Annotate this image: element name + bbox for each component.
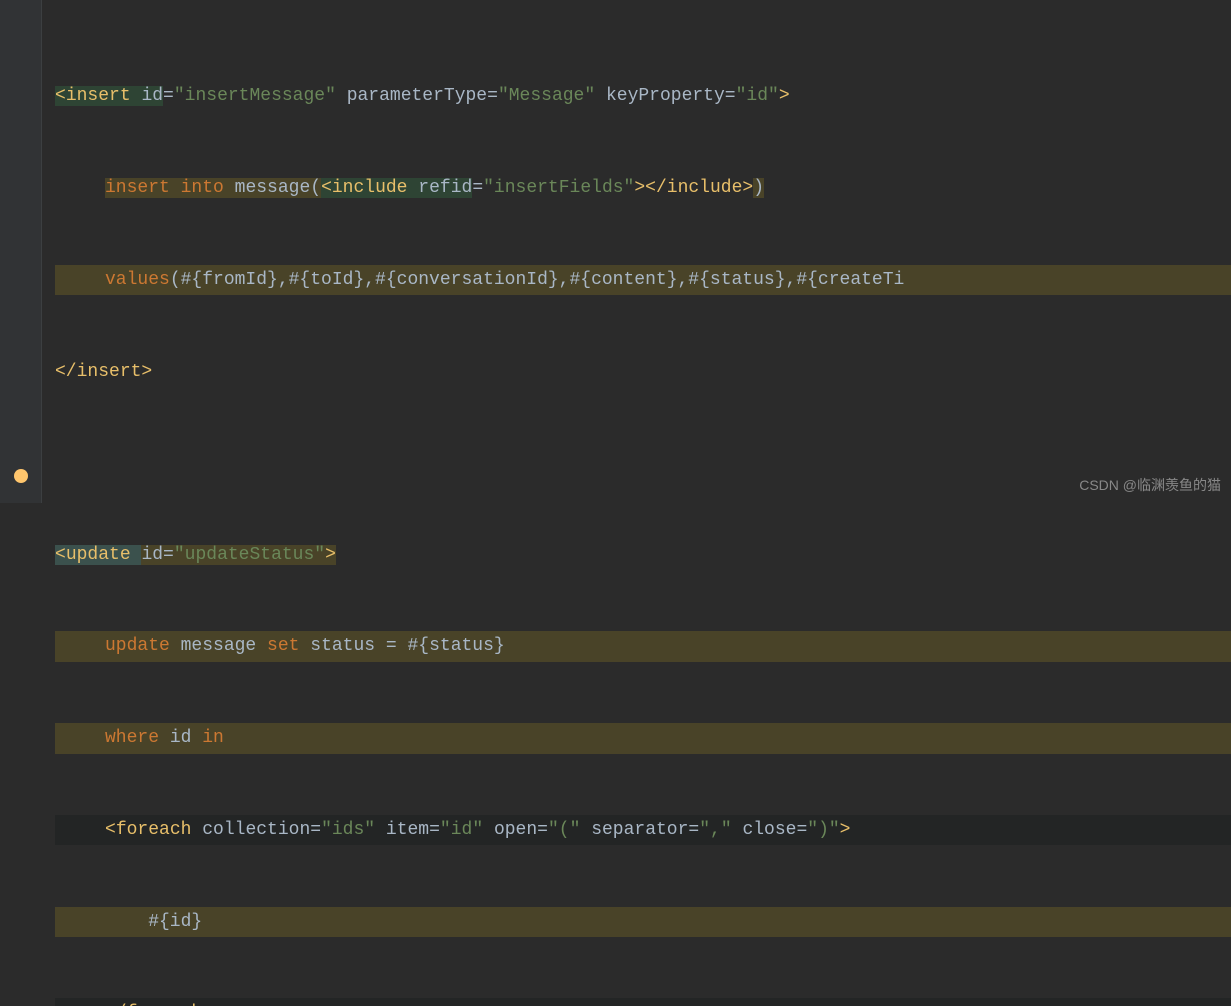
code-line: where id in [55, 723, 1231, 754]
attr-value: "ids" [321, 820, 386, 840]
attr-name: close [742, 820, 796, 840]
tag-bracket: > [202, 1003, 213, 1006]
equals: = [688, 820, 699, 840]
sql-keyword: update [105, 636, 181, 656]
tag-name: include [332, 178, 418, 198]
editor-gutter [0, 0, 42, 503]
blank-line [55, 448, 1231, 478]
attr-name: id [141, 86, 163, 106]
tag-bracket: </ [645, 178, 667, 198]
sql-keyword: set [267, 636, 310, 656]
attr-name: separator [591, 820, 688, 840]
attr-value: "insertFields" [483, 178, 634, 198]
code-line: </foreach> [55, 998, 1231, 1006]
equals: = [537, 820, 548, 840]
code-line: </insert> [55, 357, 1231, 388]
attr-value: "insertMessage" [174, 86, 347, 106]
tag-name: foreach [127, 1003, 203, 1006]
attr-value: "," [699, 820, 742, 840]
attr-value: ")" [807, 820, 839, 840]
sql-keyword: insert [105, 178, 181, 198]
sql-keyword: where [105, 728, 170, 748]
code-line: <insert id="insertMessage" parameterType… [55, 81, 1231, 112]
tag-name: foreach [116, 820, 202, 840]
tag-bracket: </ [105, 1003, 127, 1006]
equals: = [310, 820, 321, 840]
equals: = [429, 820, 440, 840]
tag-bracket: > [742, 178, 753, 198]
sql-keyword: in [202, 728, 224, 748]
code-editor[interactable]: <insert id="insertMessage" parameterType… [0, 0, 1231, 1006]
tag-name: update [66, 545, 142, 565]
sql-text: #{id} [105, 912, 202, 932]
code-line: values(#{fromId},#{toId},#{conversationI… [55, 265, 1231, 296]
attr-name: refid [418, 178, 472, 198]
tag-bracket: > [634, 178, 645, 198]
attr-name: parameterType [347, 86, 487, 106]
attr-name: keyProperty [606, 86, 725, 106]
tag-bracket: > [325, 545, 336, 565]
attr-value: "Message" [498, 86, 606, 106]
attr-name: id [141, 545, 163, 565]
tag-bracket: > [779, 86, 790, 106]
code-line: <update id="updateStatus"> [55, 540, 1231, 571]
tag-name: insert [77, 362, 142, 382]
code-line: insert into message(<include refid="inse… [55, 173, 1231, 204]
tag-name: include [667, 178, 743, 198]
tag-bracket: < [105, 820, 116, 840]
code-line: update message set status = #{status} [55, 631, 1231, 662]
sql-text: status = #{status} [310, 636, 504, 656]
equals: = [472, 178, 483, 198]
sql-keyword: into [181, 178, 235, 198]
equals: = [163, 545, 174, 565]
tag-bracket: < [321, 178, 332, 198]
attr-name: item [386, 820, 429, 840]
tag-bracket: < [55, 86, 66, 106]
code-line: #{id} [55, 907, 1231, 938]
equals: = [725, 86, 736, 106]
code-line: <foreach collection="ids" item="id" open… [55, 815, 1231, 846]
attr-name: collection [202, 820, 310, 840]
tag-name: insert [66, 86, 142, 106]
watermark-text: CSDN @临渊羡鱼的猫 [1079, 474, 1221, 498]
attr-value: "id" [736, 86, 779, 106]
attr-value: "id" [440, 820, 494, 840]
equals: = [163, 86, 174, 106]
sql-text: id [170, 728, 202, 748]
attr-value: "updateStatus" [174, 545, 325, 565]
equals: = [796, 820, 807, 840]
tag-bracket: </ [55, 362, 77, 382]
tag-bracket: > [840, 820, 851, 840]
tag-bracket: < [55, 545, 66, 565]
equals: = [487, 86, 498, 106]
intention-bulb-icon[interactable] [14, 469, 28, 483]
sql-keyword: values [105, 270, 170, 290]
sql-text: message [181, 636, 267, 656]
attr-value: "(" [548, 820, 591, 840]
sql-text: ) [753, 178, 764, 198]
tag-bracket: > [141, 362, 152, 382]
sql-text: message( [235, 178, 321, 198]
attr-name: open [494, 820, 537, 840]
sql-text: (#{fromId},#{toId},#{conversationId},#{c… [170, 270, 905, 290]
